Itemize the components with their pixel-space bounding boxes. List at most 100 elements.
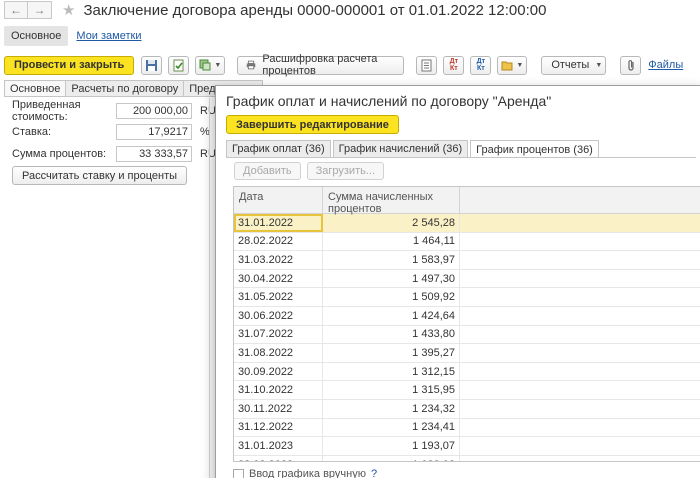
dropdown-arrow-icon: ▼: [214, 61, 222, 69]
table-row[interactable]: 31.08.2022 1 395,27: [234, 344, 700, 363]
calculate-rate-button[interactable]: Рассчитать ставку и проценты: [12, 166, 188, 185]
empty-cell: [460, 270, 700, 288]
tab-main-doc[interactable]: Основное: [4, 80, 66, 97]
date-cell[interactable]: 30.04.2022: [234, 269, 323, 288]
date-cell[interactable]: 31.01.2023: [234, 437, 323, 455]
table-row[interactable]: 31.12.2022 1 234,41: [234, 418, 700, 438]
interest-cell[interactable]: 1 234,41: [323, 418, 460, 437]
interest-cell[interactable]: 1 583,97: [323, 251, 460, 269]
create-based-on-button[interactable]: ▼: [195, 55, 226, 75]
journal-button[interactable]: [416, 55, 438, 75]
table-row[interactable]: 30.09.2022 1 312,15: [234, 362, 700, 382]
star-icon[interactable]: ★: [62, 3, 75, 18]
date-cell[interactable]: 31.07.2022: [234, 325, 323, 344]
present-value-field[interactable]: 200 000,00: [116, 102, 192, 119]
dropdown-arrow-icon: ▼: [516, 61, 524, 69]
date-cell[interactable]: 31.08.2022: [234, 344, 323, 362]
table-row[interactable]: 28.02.2022 1 464,11: [234, 232, 700, 252]
dialog-title: График оплат и начислений по договору "А…: [226, 93, 552, 109]
table-row[interactable]: 31.05.2022 1 509,92: [234, 288, 700, 307]
tab-payment-schedule[interactable]: График оплат (36): [226, 140, 331, 157]
empty-cell: [460, 381, 700, 399]
interest-cell[interactable]: 2 545,28: [323, 214, 460, 232]
rate-label: Ставка:: [12, 125, 52, 138]
tab-main[interactable]: Основное: [4, 26, 69, 46]
journal-icon: [421, 59, 432, 71]
load-button[interactable]: Загрузить...: [306, 162, 385, 180]
forward-arrow-icon[interactable]: →: [28, 1, 52, 19]
date-cell[interactable]: 31.05.2022: [234, 288, 323, 306]
dt-kt-movements-icon: Дт Кт: [476, 58, 485, 72]
interest-sum-field[interactable]: 33 333,57: [116, 145, 192, 162]
post-and-close-button[interactable]: Провести и закрыть: [4, 55, 135, 75]
rate-field[interactable]: 17,9217: [116, 123, 192, 140]
table-row[interactable]: 28.02.20231 039,03: [234, 455, 700, 461]
back-arrow-icon[interactable]: ←: [4, 1, 28, 19]
manual-entry-label: Ввод графика вручную: [249, 468, 366, 478]
interest-cell[interactable]: 1 039,03: [323, 455, 460, 461]
tab-contract-settlements[interactable]: Расчеты по договору: [65, 80, 184, 97]
date-cell[interactable]: 31.01.2022: [234, 214, 323, 232]
interest-sum-row: Сумма процентов: 33 333,57 RUB: [12, 145, 223, 162]
dt-kt-button[interactable]: Дт Кт: [443, 55, 465, 75]
finish-editing-button[interactable]: Завершить редактирование: [226, 115, 399, 134]
files-link[interactable]: Файлы: [648, 59, 683, 71]
post-button[interactable]: [168, 55, 190, 75]
interest-cell[interactable]: 1 312,15: [323, 362, 460, 381]
date-cell[interactable]: 28.02.2023: [234, 455, 323, 461]
interest-cell[interactable]: 1 193,07: [323, 437, 460, 455]
tab-interest-schedule[interactable]: График процентов (36): [470, 140, 599, 158]
title-bar: ← → ★ Заключение договора аренды 0000-00…: [0, 0, 700, 20]
interest-cell[interactable]: 1 509,92: [323, 288, 460, 306]
save-button[interactable]: [141, 55, 163, 75]
help-icon[interactable]: ?: [371, 468, 377, 478]
date-cell[interactable]: 30.11.2022: [234, 399, 323, 418]
manual-entry-checkbox[interactable]: [233, 468, 244, 478]
date-cell[interactable]: 31.10.2022: [234, 381, 323, 399]
interest-cell[interactable]: 1 497,30: [323, 269, 460, 288]
table-row[interactable]: 31.03.2022 1 583,97: [234, 251, 700, 270]
present-value-label: Приведенная стоимость:: [12, 98, 81, 123]
dt-kt-movements-button[interactable]: Дт Кт: [470, 55, 492, 75]
interest-breakdown-button[interactable]: Расшифровка расчета процентов: [237, 53, 405, 77]
interest-grid: Дата Сумма начисленных процентов 31.01.2…: [233, 186, 700, 462]
add-button[interactable]: Добавить: [234, 162, 301, 180]
tab-my-notes[interactable]: Мои заметки: [76, 30, 141, 42]
save-icon: [146, 59, 158, 71]
empty-cell: [460, 214, 700, 232]
table-row[interactable]: 31.10.2022 1 315,95: [234, 381, 700, 400]
table-row[interactable]: 31.07.2022 1 433,80: [234, 325, 700, 345]
attach-files-button[interactable]: [620, 55, 642, 75]
reports-button[interactable]: Отчеты ▼: [541, 55, 607, 75]
empty-cell: [460, 400, 700, 418]
date-cell[interactable]: 31.12.2022: [234, 418, 323, 437]
empty-cell: [460, 288, 700, 306]
table-row[interactable]: 30.06.2022 1 424,64: [234, 306, 700, 326]
tab-accrual-schedule[interactable]: График начислений (36): [332, 140, 469, 157]
table-row[interactable]: 30.11.2022 1 234,32: [234, 399, 700, 419]
column-header-date[interactable]: Дата: [234, 187, 323, 213]
date-cell[interactable]: 30.06.2022: [234, 306, 323, 325]
interest-cell[interactable]: 1 234,32: [323, 399, 460, 418]
interest-cell[interactable]: 1 424,64: [323, 306, 460, 325]
schedule-dialog: График оплат и начислений по договору "А…: [215, 85, 700, 478]
printer-icon: [247, 60, 256, 70]
table-row[interactable]: 31.01.2023 1 193,07: [234, 437, 700, 456]
table-row[interactable]: 30.04.2022 1 497,30: [234, 269, 700, 289]
interest-cell[interactable]: 1 315,95: [323, 381, 460, 399]
empty-cell: [460, 307, 700, 325]
related-docs-button[interactable]: ▼: [497, 55, 528, 75]
date-cell[interactable]: 28.02.2022: [234, 232, 323, 251]
reports-label: Отчеты: [551, 59, 590, 71]
interest-cell[interactable]: 1 464,11: [323, 232, 460, 251]
empty-cell: [460, 251, 700, 269]
interest-cell[interactable]: 1 433,80: [323, 325, 460, 344]
interest-breakdown-label: Расшифровка расчета процентов: [262, 53, 378, 77]
table-row[interactable]: 31.01.2022 2 545,28: [234, 214, 700, 233]
column-header-interest[interactable]: Сумма начисленных процентов: [323, 187, 460, 215]
date-cell[interactable]: 31.03.2022: [234, 251, 323, 269]
paperclip-icon: [628, 59, 634, 71]
empty-cell: [460, 326, 700, 344]
date-cell[interactable]: 30.09.2022: [234, 362, 323, 381]
interest-cell[interactable]: 1 395,27: [323, 344, 460, 362]
